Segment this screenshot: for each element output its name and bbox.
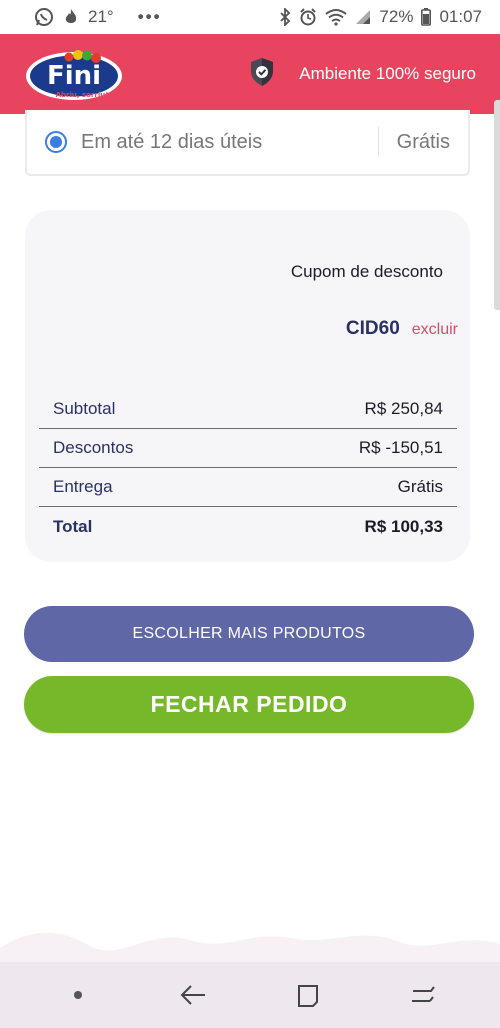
- recent-apps-icon[interactable]: [393, 965, 453, 1025]
- wifi-icon: [325, 8, 348, 26]
- shield-check-icon: [249, 57, 275, 92]
- site-header: Fini Abriu, sorriu! Ambiente 100% seguro: [0, 34, 500, 114]
- temperature-text: 21°: [88, 7, 114, 26]
- decorative-wave: [0, 932, 500, 966]
- delivery-divider: [377, 127, 379, 157]
- totals-table: Subtotal R$ 250,84 Descontos R$ -150,51 …: [39, 390, 457, 546]
- logo-tagline: Abriu, sorriu!: [56, 91, 109, 99]
- radio-selected-dot: [50, 136, 62, 148]
- status-right: 72% 01:07: [279, 7, 482, 27]
- total-label: Total: [53, 516, 93, 536]
- secure-badge: Ambiente 100% seguro: [249, 57, 476, 92]
- total-value: R$ 100,33: [364, 516, 443, 536]
- shipping-label: Entrega: [53, 477, 113, 496]
- shipping-value: Grátis: [397, 477, 443, 496]
- applied-coupon: CID60 excluir: [346, 318, 458, 340]
- delivery-option-label: Em até 12 dias úteis: [81, 130, 263, 153]
- subtotal-row: Subtotal R$ 250,84: [39, 390, 457, 429]
- nav-dot-icon[interactable]: [48, 965, 108, 1025]
- fini-logo[interactable]: Fini Abriu, sorriu!: [24, 46, 128, 102]
- back-icon[interactable]: [163, 965, 223, 1025]
- home-icon[interactable]: [278, 965, 338, 1025]
- checkout-button[interactable]: FECHAR PEDIDO: [24, 676, 474, 733]
- subtotal-label: Subtotal: [53, 399, 116, 418]
- delivery-option-price: Grátis: [396, 130, 450, 153]
- signal-icon: [355, 9, 371, 25]
- clock-time: 01:07: [439, 7, 482, 26]
- flame-icon: [64, 8, 78, 26]
- discount-value: R$ -150,51: [358, 438, 443, 457]
- coupon-code: CID60: [345, 318, 400, 339]
- order-summary: Cupom de desconto CID60 excluir Subtotal…: [25, 210, 470, 562]
- status-bar: 21° ••• 72% 01:07: [0, 0, 500, 34]
- subtotal-value: R$ 250,84: [364, 399, 443, 418]
- coupon-title: Cupom de desconto: [290, 262, 443, 281]
- status-left: 21° •••: [34, 7, 162, 27]
- delivery-option[interactable]: Em até 12 dias úteis Grátis: [25, 110, 470, 176]
- system-nav-bar: [0, 962, 500, 1028]
- bluetooth-icon: [279, 8, 291, 26]
- logo-wordmark: Fini: [47, 61, 101, 91]
- shipping-row: Entrega Grátis: [39, 468, 457, 507]
- battery-icon: [421, 8, 432, 26]
- more-dots-icon: •••: [137, 7, 162, 26]
- discount-label: Descontos: [53, 438, 134, 457]
- secure-text: Ambiente 100% seguro: [299, 64, 476, 83]
- remove-coupon-link[interactable]: excluir: [412, 321, 458, 339]
- delivery-radio[interactable]: [45, 131, 67, 153]
- alarm-icon: [299, 8, 317, 26]
- discount-row: Descontos R$ -150,51: [39, 429, 457, 468]
- battery-percent: 72%: [379, 7, 414, 26]
- total-row: Total R$ 100,33: [39, 507, 457, 546]
- whatsapp-icon: [34, 7, 54, 27]
- scrollbar[interactable]: [494, 100, 500, 310]
- choose-more-products-button[interactable]: ESCOLHER MAIS PRODUTOS: [24, 606, 474, 662]
